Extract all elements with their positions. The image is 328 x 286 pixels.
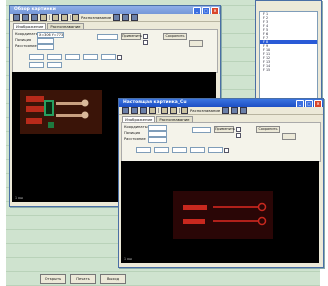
status-text: 1 ош (124, 257, 132, 261)
image-icon[interactable] (140, 107, 147, 114)
grid-icon[interactable] (51, 14, 59, 21)
param-field[interactable] (208, 147, 223, 153)
maximize-icon[interactable]: □ (202, 7, 210, 14)
save-button[interactable]: Сохранить (163, 33, 187, 40)
param-field[interactable] (190, 147, 205, 153)
image-icon[interactable] (31, 14, 38, 21)
apply-button[interactable]: Применить (121, 33, 142, 40)
toolbar-separator (49, 15, 50, 20)
open-icon[interactable] (13, 14, 20, 21)
open-button[interactable]: Открыть (40, 274, 66, 284)
settings-form: Координаты Позиция Расстояние Применить … (121, 122, 321, 162)
option-checkbox[interactable] (236, 133, 241, 138)
position-label: Позиция (15, 38, 32, 42)
option-checkbox[interactable] (117, 55, 122, 60)
param-field[interactable] (136, 147, 151, 153)
option-checkbox[interactable] (143, 34, 148, 39)
arrow-right-icon[interactable] (231, 107, 239, 114)
window-title[interactable]: Обзор картинки _ □ × (10, 6, 220, 14)
toolbar: Распознавание (119, 107, 323, 115)
close-icon[interactable]: × (314, 100, 322, 107)
save-icon[interactable] (131, 107, 138, 114)
grid-icon[interactable] (169, 107, 177, 114)
param-field[interactable] (47, 54, 62, 60)
param-field[interactable] (29, 54, 44, 60)
param-field[interactable] (65, 54, 80, 60)
window-title[interactable]: Настоящая картинка_Cu _ □ × (119, 99, 323, 107)
grid-icon[interactable] (160, 107, 168, 114)
window-title-text: Настоящая картинка_Cu (123, 100, 187, 105)
grid-icon[interactable] (60, 14, 68, 21)
zoom-icon[interactable] (40, 14, 47, 21)
tool-icon[interactable] (181, 107, 188, 114)
save-button[interactable]: Сохранить (256, 126, 280, 133)
param-field[interactable] (172, 147, 187, 153)
coords-label: Координаты (15, 32, 39, 36)
list-item[interactable]: F 15 (260, 68, 317, 72)
param-field[interactable] (47, 62, 62, 68)
option-checkbox[interactable] (236, 127, 241, 132)
position-label: Позиция (124, 131, 141, 135)
exit-button[interactable]: Выход (100, 274, 126, 284)
param-field[interactable] (154, 147, 169, 153)
value-field[interactable] (97, 34, 118, 40)
pcb-copper-image (173, 191, 273, 239)
save-icon[interactable] (22, 14, 29, 21)
toolbar-separator (178, 108, 179, 113)
real-image-window: Настоящая картинка_Cu _ □ × Распознавани… (118, 98, 324, 268)
value-field[interactable] (192, 127, 211, 133)
print-button[interactable]: Печать (70, 274, 96, 284)
distance-label: Расстояние (15, 44, 37, 48)
ok-button[interactable] (282, 133, 296, 140)
window-title-text: Обзор картинки (14, 7, 56, 12)
image-view[interactable]: 1 ош (121, 161, 319, 263)
param-field[interactable] (83, 54, 98, 60)
status-text: 1 ош (15, 196, 23, 200)
distance-field[interactable] (37, 44, 54, 50)
param-field[interactable] (29, 62, 44, 68)
ok-button[interactable] (189, 40, 203, 47)
arrow-down-icon[interactable] (240, 107, 248, 114)
arrow-right-icon[interactable] (122, 14, 130, 21)
open-icon[interactable] (122, 107, 129, 114)
toolbar-separator (69, 15, 70, 20)
recognition-label[interactable]: Распознавание (81, 15, 111, 20)
arrow-down-icon[interactable] (131, 14, 139, 21)
option-checkbox[interactable] (224, 148, 229, 153)
distance-label: Расстояние (124, 137, 146, 141)
option-checkbox[interactable] (143, 40, 148, 45)
close-icon[interactable]: × (211, 7, 219, 14)
distance-field[interactable] (148, 137, 167, 143)
arrow-left-icon[interactable] (113, 14, 121, 21)
settings-form: Координаты X=306 Y=773 Позиция Расстояни… (12, 29, 218, 73)
zoom-icon[interactable] (149, 107, 156, 114)
toolbar: Распознавание (10, 14, 220, 22)
minimize-icon[interactable]: _ (193, 7, 201, 14)
minimize-icon[interactable]: _ (296, 100, 304, 107)
recognition-label[interactable]: Распознавание (190, 108, 220, 113)
coords-label: Координаты (124, 125, 148, 129)
tool-icon[interactable] (72, 14, 79, 21)
maximize-icon[interactable]: □ (305, 100, 313, 107)
param-field[interactable] (101, 54, 116, 60)
apply-button[interactable]: Применить (214, 126, 235, 133)
arrow-left-icon[interactable] (222, 107, 230, 114)
toolbar-separator (158, 108, 159, 113)
